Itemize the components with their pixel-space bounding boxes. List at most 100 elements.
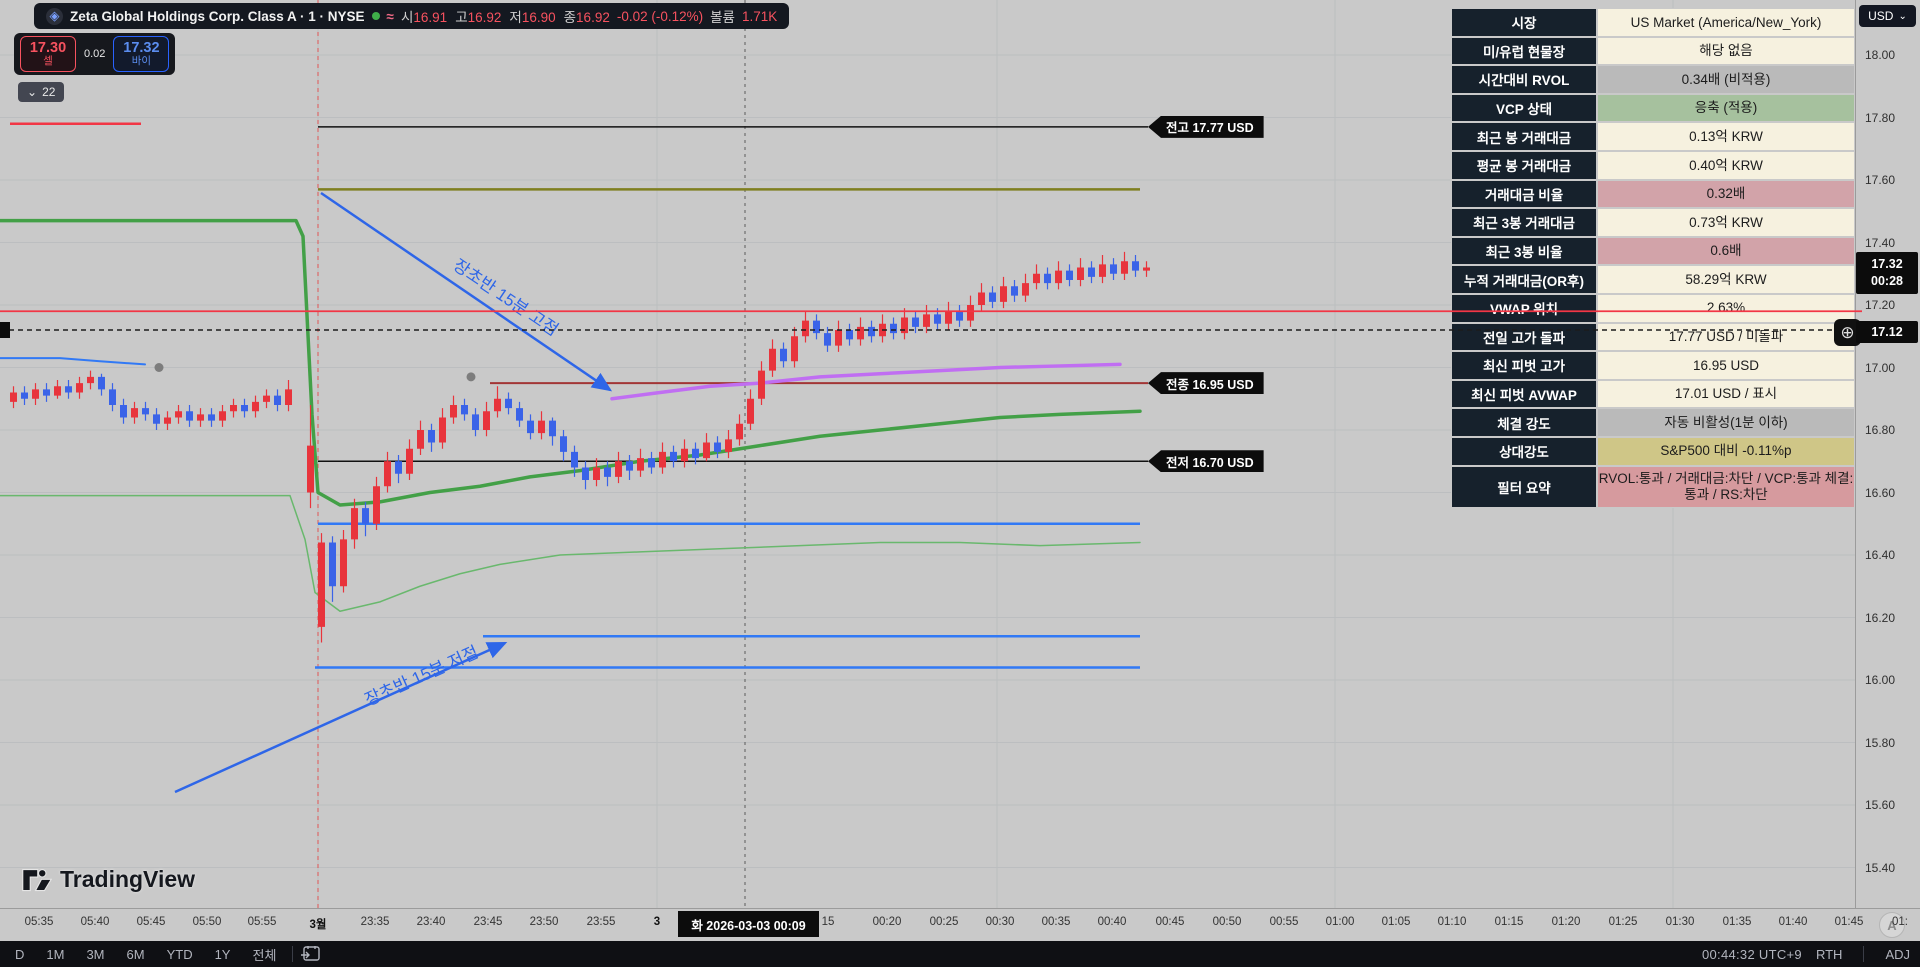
time-tick: 3 <box>653 916 661 928</box>
time-tick: 15 <box>821 916 835 928</box>
time-tick: 05:55 <box>247 916 277 928</box>
sell-button[interactable]: 17.30 셀 <box>20 36 76 72</box>
tradingview-brand-text: TradingView <box>60 866 196 892</box>
symbol-title[interactable]: Zeta Global Holdings Corp. Class A · 1 ·… <box>70 9 365 24</box>
info-table-value: 2.63% <box>1597 293 1855 323</box>
volume-value: 1.71K <box>741 8 778 24</box>
time-axis[interactable]: 화 2026-03-03 00:09 A 05:35 05:40 05:45 05:5… <box>0 908 1920 941</box>
range-button-1m[interactable]: 1M <box>37 945 73 964</box>
range-button-1y[interactable]: 1Y <box>206 945 240 964</box>
time-tick: 23:55 <box>586 916 616 928</box>
current-price-label: 17.32 00:28 <box>1856 252 1918 294</box>
order-panel: 17.30 셀 0.02 17.32 바이 <box>14 33 176 75</box>
time-tick: 00:55 <box>1269 916 1299 928</box>
ma-blue-short <box>0 357 146 366</box>
ohlc-item: 시16.91 <box>400 10 448 25</box>
prev-high-tag[interactable]: 전고 17.77 USD <box>1148 115 1264 138</box>
tradingview-chart-window: 장초반 15분 고점 장초반 15분 저점 ◈ Zeta Global Holdi… <box>0 0 1920 967</box>
info-table-row: VWAP 위치 2.63% <box>1451 293 1855 323</box>
info-table-label: 최신 피벗 고가 <box>1451 351 1597 380</box>
info-table-label: 체결 강도 <box>1451 408 1597 437</box>
chevron-down-icon: ⌄ <box>1898 10 1907 22</box>
info-table-value: 0.34배 (비적용) <box>1597 65 1855 94</box>
time-tick: 01:25 <box>1608 916 1638 928</box>
time-tick: 3월 <box>309 919 327 931</box>
info-table-row: 전일 고가 돌파 17.77 USD / 미돌파 <box>1451 322 1855 352</box>
screener-info-table: 시장 US Market (America/New_York) 미/유럽 현물장 해당… <box>1451 8 1855 508</box>
info-table-value: 0.40억 KRW <box>1597 150 1855 180</box>
time-tick: 00:50 <box>1212 916 1242 928</box>
prev-low-tag[interactable]: 전저 16.70 USD <box>1148 450 1264 473</box>
info-table-label: 필터 요약 <box>1451 465 1597 508</box>
divider <box>1863 946 1865 962</box>
prev-close-tag[interactable]: 전종 16.95 USD <box>1148 372 1264 395</box>
go-to-date-icon[interactable] <box>300 945 322 963</box>
level-price: 17.12 <box>1871 324 1903 339</box>
time-tick: 01:45 <box>1834 916 1864 928</box>
symbol-logo-icon: ◈ <box>46 7 63 25</box>
indicators-collapse-badge[interactable]: ⌄ 22 <box>18 82 65 102</box>
info-table-row: 시장 US Market (America/New_York) <box>1451 8 1855 37</box>
info-table-value: S&P500 대비 -0.11%p <box>1597 436 1855 466</box>
info-table-row: 평균 봉 거래대금 0.40억 KRW <box>1451 150 1855 180</box>
price-change: -0.02 (-0.12%) <box>616 8 704 24</box>
time-tick: 00:35 <box>1041 916 1071 928</box>
tradingview-watermark: TradingView <box>22 866 195 893</box>
info-table-label: 최근 봉 거래대금 <box>1451 122 1597 151</box>
session-clock[interactable]: 00:44:32 UTC+9 <box>1702 947 1802 962</box>
info-table-value: 16.95 USD <box>1597 351 1855 380</box>
time-tick: 01:05 <box>1381 916 1411 928</box>
info-table-row: 최근 3봉 거래대금 0.73억 KRW <box>1451 208 1855 237</box>
divider <box>292 946 294 962</box>
marker-dot <box>466 372 476 382</box>
info-table-row: 필터 요약 RVOL:통과 / 거래대금:차단 / VCP:통과 체결:통과 / … <box>1451 465 1855 508</box>
range-button-6m[interactable]: 6M <box>118 945 154 964</box>
info-table-row: VCP 상태 응축 (적용) <box>1451 93 1855 123</box>
price-tick: 15.40 <box>1865 860 1896 875</box>
price-tick: 16.20 <box>1865 610 1896 625</box>
info-table-value: 0.13억 KRW <box>1597 122 1855 151</box>
info-table-value: US Market (America/New_York) <box>1597 8 1855 37</box>
adj-toggle[interactable]: ADJ <box>1885 947 1910 962</box>
chevron-down-icon: ⌄ <box>27 85 38 99</box>
volume-label: 볼륨 <box>710 10 735 25</box>
price-tick: 16.80 <box>1865 423 1896 437</box>
range-button-ytd[interactable]: YTD <box>158 945 202 964</box>
range-button-전체[interactable]: 전체 <box>243 943 285 966</box>
info-table-value: 자동 비활성(1분 이하) <box>1597 408 1855 437</box>
buy-label: 바이 <box>131 55 152 68</box>
market-status-icon <box>371 12 380 20</box>
info-table-row: 최신 피벗 고가 16.95 USD <box>1451 351 1855 380</box>
time-tick: 01:00 <box>1325 916 1355 928</box>
early-high-arrow <box>320 191 613 392</box>
time-tick: 23:35 <box>360 916 390 928</box>
info-table-value: 17.01 USD / 표시 <box>1597 379 1855 409</box>
rth-toggle[interactable]: RTH <box>1816 947 1842 962</box>
time-tick: 00:25 <box>929 916 959 928</box>
price-tick: 17.60 <box>1865 173 1896 187</box>
price-tick: 15.60 <box>1865 798 1896 812</box>
info-table-label: 최신 피벗 AVWAP <box>1451 379 1597 409</box>
ohlc-item: 종16.92 <box>563 10 610 25</box>
info-table-value: RVOL:통과 / 거래대금:차단 / VCP:통과 체결:통과 / RS:차단 <box>1597 465 1855 508</box>
info-table-label: 거래대금 비율 <box>1451 179 1597 209</box>
info-table-value: 해당 없음 <box>1597 36 1855 66</box>
currency-toggle-button[interactable]: USD ⌄ <box>1859 5 1916 27</box>
time-tick: 23:50 <box>529 916 559 928</box>
time-tick: 00:30 <box>985 916 1015 928</box>
range-button-3m[interactable]: 3M <box>77 945 113 964</box>
symbol-header[interactable]: ◈ Zeta Global Holdings Corp. Class A · 1… <box>34 3 790 29</box>
sell-price: 17.30 <box>29 39 67 56</box>
price-axis[interactable]: 18.00 17.80 17.60 17.40 17.20 17.00 16.80 16.60… <box>1855 0 1920 908</box>
info-table-value: 0.6배 <box>1597 236 1855 266</box>
range-button-d[interactable]: D <box>6 945 33 964</box>
info-table-label: 시장 <box>1451 8 1597 37</box>
buy-button[interactable]: 17.32 바이 <box>113 36 170 72</box>
price-tick: 17.80 <box>1865 110 1896 125</box>
info-table-label: 최근 3봉 거래대금 <box>1451 208 1597 237</box>
currency-label: USD <box>1868 9 1894 23</box>
info-table-row: 최신 피벗 AVWAP 17.01 USD / 표시 <box>1451 379 1855 409</box>
time-tick: 05:35 <box>24 916 54 928</box>
spread-value: 0.02 <box>84 48 106 60</box>
time-tick: 01:20 <box>1551 916 1581 928</box>
